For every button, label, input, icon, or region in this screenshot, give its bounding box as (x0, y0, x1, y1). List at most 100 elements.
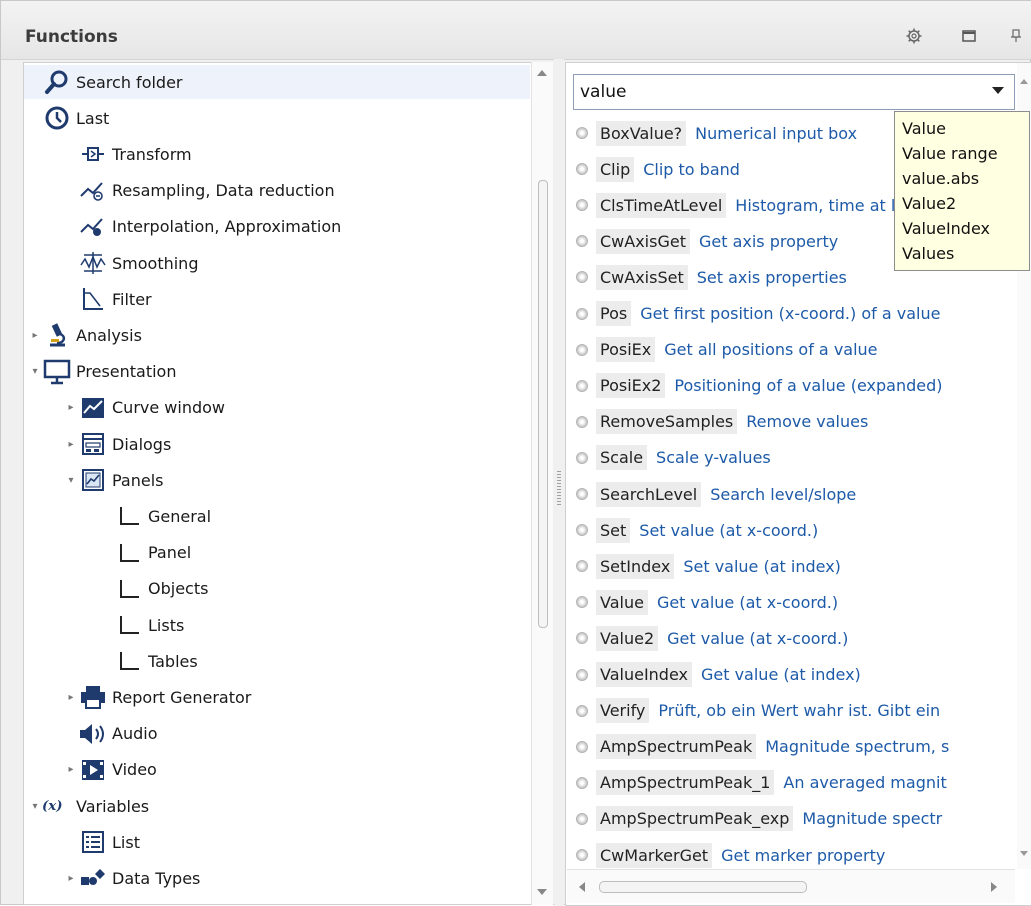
corner-icon (114, 501, 144, 531)
scroll-right-icon[interactable] (991, 882, 997, 892)
tree-item-tables[interactable]: Tables (24, 644, 198, 678)
function-description: Get first position (x-coord.) of a value (640, 304, 941, 323)
tree-item-report-generator[interactable]: ▸ Report Generator (24, 680, 251, 714)
horizontal-scroll-thumb[interactable] (599, 881, 807, 893)
collapse-arrow-icon[interactable]: ▾ (64, 475, 78, 486)
tree-item-variables[interactable]: ▾ (x) Variables (24, 789, 149, 823)
function-row[interactable]: CwMarkerGet Get marker property (567, 839, 1019, 871)
expand-arrow-icon[interactable]: ▸ (28, 330, 42, 341)
splitter-grip[interactable] (557, 471, 561, 507)
scroll-down-icon[interactable] (537, 889, 547, 895)
function-description: Set value (at x-coord.) (639, 520, 819, 540)
autocomplete-item[interactable]: Values (902, 241, 1029, 266)
function-description: Magnitude spectr (802, 809, 943, 829)
tree-item-presentation[interactable]: ▾ Presentation (24, 355, 176, 389)
function-row[interactable]: ValueIndex Get value (at index) (567, 659, 1019, 691)
tree-item-dialogs[interactable]: ▸ Dialogs (24, 427, 171, 461)
scroll-up-icon[interactable] (537, 70, 547, 76)
function-bullet-icon (576, 560, 588, 573)
tree-item-label: Smoothing (112, 253, 199, 273)
tree-item-last[interactable]: Last (24, 101, 109, 135)
tree-item-analysis[interactable]: ▸ Analysis (24, 318, 142, 352)
tree-item-resampling-data-reduction[interactable]: Resampling, Data reduction (24, 174, 335, 208)
scroll-up-icon[interactable] (1020, 79, 1028, 84)
tree-item-search-folder[interactable]: Search folder (24, 65, 530, 99)
expand-arrow-icon[interactable]: ▸ (64, 692, 78, 703)
expand-arrow-icon[interactable]: ▸ (64, 439, 78, 450)
list-horizontal-scrollbar[interactable] (567, 869, 1015, 903)
function-bullet-icon (576, 343, 588, 356)
autocomplete-item[interactable]: value.abs (902, 166, 1029, 191)
expand-arrow-icon[interactable]: ▸ (64, 402, 78, 413)
tree-item-objects[interactable]: Objects (24, 572, 208, 606)
expand-arrow-icon[interactable]: ▸ (64, 764, 78, 775)
function-row[interactable]: Value Get value (at x-coord.) (567, 586, 1019, 618)
function-description: Remove values (746, 412, 869, 432)
tree-item-general[interactable]: General (24, 499, 211, 533)
function-row[interactable]: AmpSpectrumPeak Magnitude spectrum, s (567, 731, 1019, 763)
function-name: Value2 (596, 625, 659, 651)
scroll-down-icon[interactable] (1020, 851, 1028, 856)
function-search-combobox[interactable]: value (573, 74, 1015, 110)
search-input[interactable]: value (580, 82, 626, 102)
autocomplete-item[interactable]: ValueIndex (902, 216, 1029, 241)
function-row[interactable]: PosiEx2 Positioning of a value (expanded) (567, 370, 1019, 402)
function-bullet-icon (576, 199, 588, 212)
function-row[interactable]: RemoveSamples Remove values (567, 406, 1019, 438)
function-bullet-icon (576, 668, 588, 681)
tree-item-curve-window[interactable]: ▸ Curve window (24, 391, 225, 425)
tree-item-data-types[interactable]: ▸ Data Types (24, 861, 200, 895)
tree-item-panel[interactable]: Panel (24, 536, 191, 570)
function-description: Get all positions of a value (664, 340, 878, 360)
function-row[interactable]: AmpSpectrumPeak_1 An averaged magnit (567, 767, 1019, 799)
tree-item-transform[interactable]: Transform (24, 137, 192, 171)
tree-item-label: Variables (76, 796, 150, 816)
function-row[interactable]: Value2 Get value (at x-coord.) (567, 622, 1019, 654)
function-bullet-icon (576, 235, 588, 248)
function-name: Scale (596, 445, 648, 471)
monitor-icon (42, 357, 72, 387)
function-bullet-icon (576, 632, 588, 645)
gear-icon[interactable] (903, 25, 925, 47)
clock-icon (42, 103, 72, 133)
tree-item-panels[interactable]: ▾ Panels (24, 463, 164, 497)
panel-title: Functions (25, 27, 118, 47)
function-name: SearchLevel (596, 481, 702, 507)
function-row[interactable]: Verify Prüft, ob ein Wert wahr ist. Gibt … (567, 695, 1019, 727)
function-row[interactable]: PosiEx Get all positions of a value (567, 334, 1019, 366)
dropdown-arrow-icon[interactable] (992, 87, 1004, 94)
maximize-icon[interactable] (958, 25, 980, 47)
tree-item-video[interactable]: ▸ Video (24, 753, 157, 787)
function-row[interactable]: Set Set value (at x-coord.) (567, 514, 1019, 546)
autocomplete-item[interactable]: Value (902, 116, 1029, 141)
function-name: PosiEx2 (596, 373, 666, 399)
tree-item-list[interactable]: List (24, 825, 140, 859)
function-description: Positioning of a value (expanded) (674, 376, 943, 396)
autocomplete-item[interactable]: Value2 (902, 191, 1029, 216)
filter-icon (78, 284, 108, 314)
pin-icon[interactable] (1005, 25, 1027, 47)
collapse-arrow-icon[interactable]: ▾ (28, 366, 42, 377)
function-row[interactable]: SetIndex Set value (at index) (567, 550, 1019, 582)
function-row[interactable]: Pos Get first position (x-coord.) of a va… (567, 298, 1019, 330)
tree-item-audio[interactable]: Audio (24, 717, 157, 751)
function-name: Set (596, 517, 631, 543)
function-name: CwMarkerGet (596, 842, 713, 868)
tree-item-smoothing[interactable]: Smoothing (24, 246, 198, 280)
autocomplete-item[interactable]: Value range (902, 141, 1029, 166)
tree-item-lists[interactable]: Lists (24, 608, 184, 642)
function-description: Get value (at x-coord.) (667, 628, 849, 648)
tree-item-label: Video (112, 760, 157, 780)
tree-item-filter[interactable]: Filter (24, 282, 152, 316)
expand-arrow-icon[interactable]: ▸ (64, 873, 78, 884)
microscope-icon (42, 320, 72, 350)
collapse-arrow-icon[interactable]: ▾ (28, 801, 42, 812)
function-name: PosiEx (596, 337, 656, 363)
tree-item-interpolation-approximation[interactable]: Interpolation, Approximation (24, 210, 341, 244)
function-row[interactable]: AmpSpectrumPeak_exp Magnitude spectr (567, 803, 1019, 835)
function-row[interactable]: Scale Scale y-values (567, 442, 1019, 474)
function-row[interactable]: SearchLevel Search level/slope (567, 478, 1019, 510)
scroll-left-icon[interactable] (579, 882, 585, 892)
tree-scroll-thumb[interactable] (538, 180, 548, 628)
tree-vertical-scrollbar[interactable] (531, 62, 553, 905)
